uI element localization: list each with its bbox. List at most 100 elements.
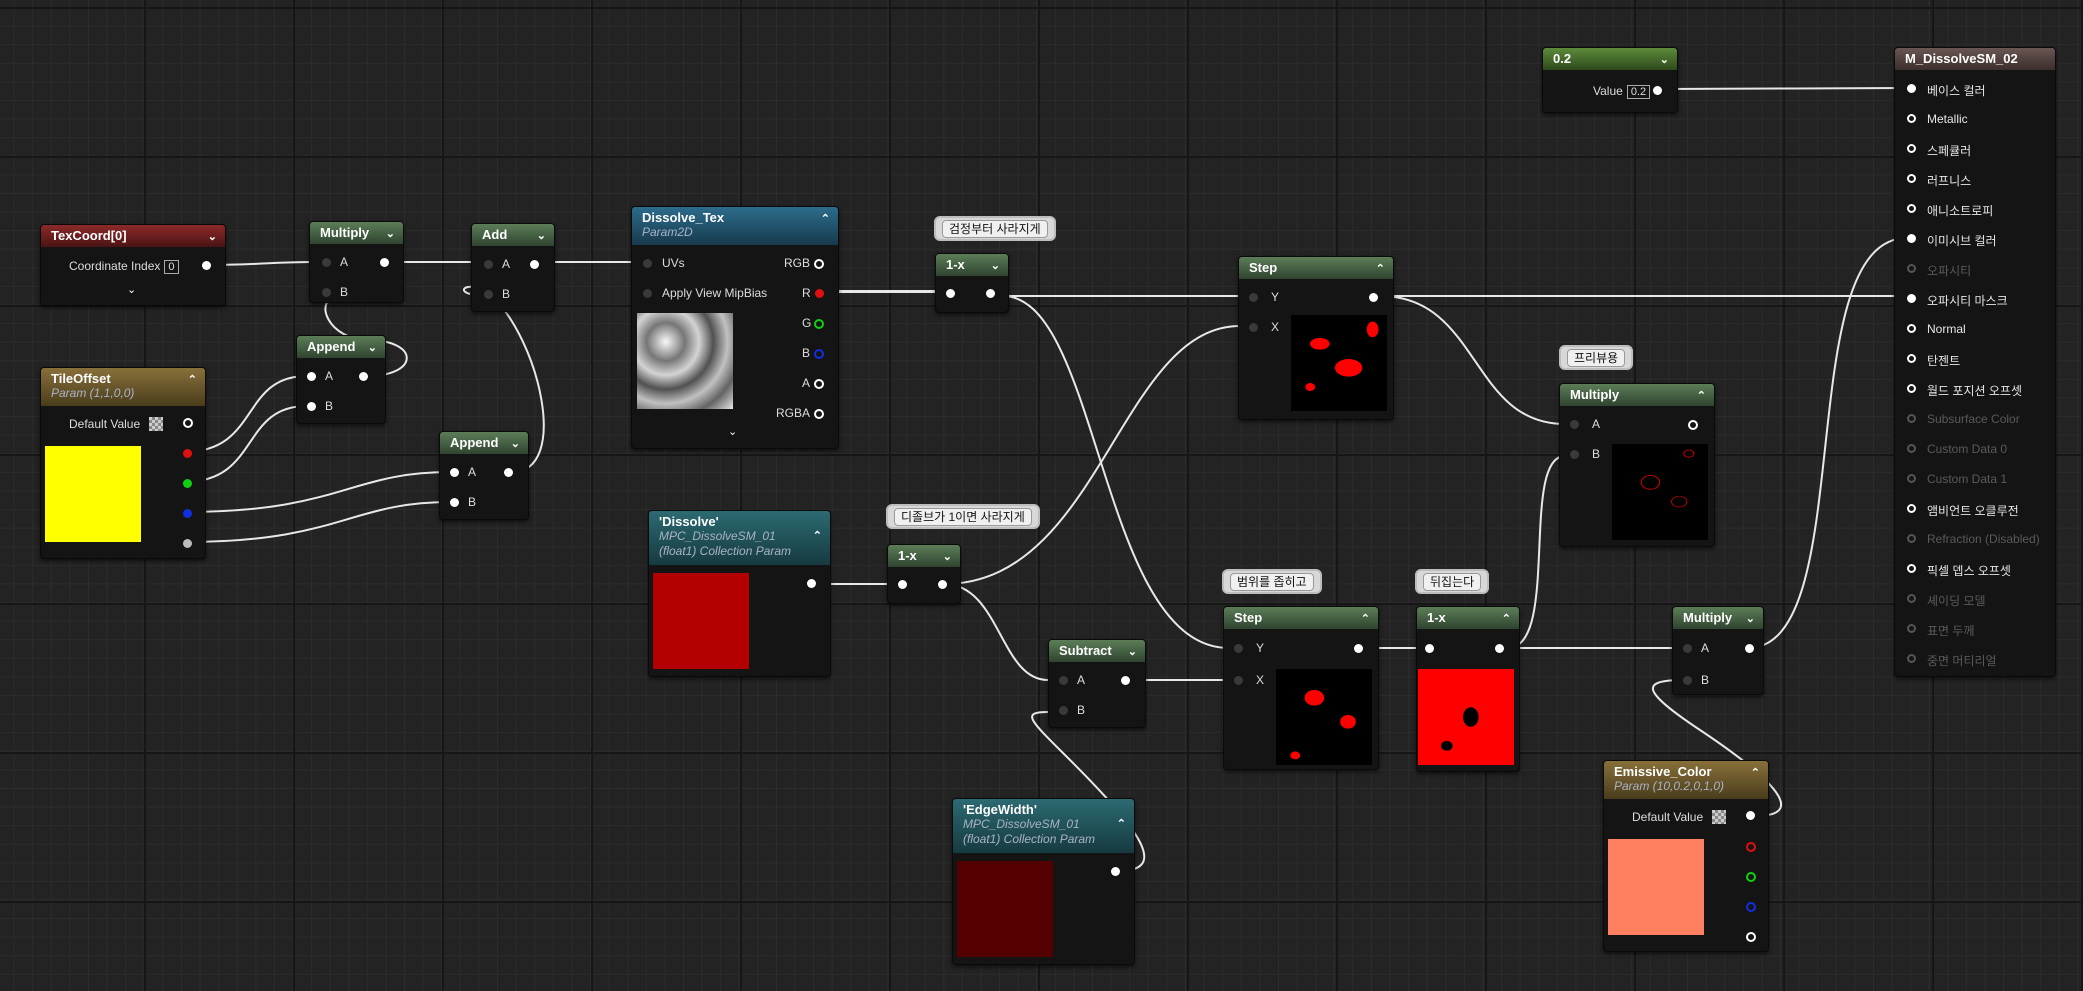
step-node[interactable]: Step ⌃ Y X	[1238, 256, 1394, 420]
r-pin[interactable]	[1746, 842, 1756, 852]
node-header[interactable]: Multiply ⌃	[1560, 384, 1714, 406]
input-pin-b[interactable]	[1683, 676, 1692, 685]
expand-chevron-icon[interactable]: ⌄	[728, 425, 737, 438]
output-pin[interactable]	[1369, 293, 1378, 302]
output-pin[interactable]	[1746, 811, 1755, 820]
output-pin[interactable]	[1354, 644, 1363, 653]
chevron-up-icon[interactable]: ⌃	[1361, 612, 1370, 625]
output-pin[interactable]	[1121, 676, 1130, 685]
output-pin[interactable]	[380, 258, 389, 267]
node-header[interactable]: TexCoord[0] ⌄	[41, 225, 225, 247]
rgb-pin[interactable]	[814, 259, 824, 269]
tileoffset-node[interactable]: TileOffset Param (1,1,0,0) ⌃ Default Value	[40, 367, 206, 559]
node-header[interactable]: Subtract ⌄	[1049, 640, 1145, 662]
output-pin[interactable]	[1688, 420, 1698, 430]
material-input-pin[interactable]	[1907, 594, 1916, 603]
input-pin-y[interactable]	[1234, 644, 1243, 653]
input-pin-a[interactable]	[484, 260, 493, 269]
material-input-pin[interactable]	[1907, 654, 1916, 663]
emissive-color-node[interactable]: Emissive_Color Param (10,0.2,0,1,0) ⌃ Defa…	[1603, 760, 1769, 952]
material-input-pin[interactable]	[1907, 294, 1916, 303]
output-pin[interactable]	[986, 289, 995, 298]
node-header[interactable]: Add ⌄	[472, 224, 554, 246]
input-pin-x[interactable]	[1249, 323, 1258, 332]
node-header[interactable]: 1-x ⌄	[936, 254, 1008, 276]
material-input-pin[interactable]	[1907, 564, 1916, 573]
material-input-pin[interactable]	[1907, 174, 1916, 183]
node-header[interactable]: M_DissolveSM_02	[1895, 48, 2055, 70]
input-pin-a[interactable]	[450, 468, 459, 477]
input-pin-a[interactable]	[1059, 676, 1068, 685]
texcoord-node[interactable]: TexCoord[0] ⌄ Coordinate Index 0 ⌄	[40, 224, 226, 306]
node-header[interactable]: TileOffset Param (1,1,0,0) ⌃	[41, 368, 205, 406]
input-pin-y[interactable]	[1249, 293, 1258, 302]
input-pin-b[interactable]	[450, 498, 459, 507]
output-pin[interactable]	[1111, 867, 1120, 876]
add-node[interactable]: Add ⌄ A B	[471, 223, 555, 312]
node-header[interactable]: Emissive_Color Param (10,0.2,0,1,0) ⌃	[1604, 761, 1768, 799]
chevron-up-icon[interactable]: ⌃	[1502, 612, 1511, 625]
one-minus-node[interactable]: 1-x ⌄	[887, 544, 961, 604]
input-pin[interactable]	[1425, 644, 1434, 653]
material-result-node[interactable]: M_DissolveSM_02 베이스 컬러 Metallic 스페큘러 러프니스 애니…	[1894, 47, 2056, 677]
g-pin[interactable]	[183, 479, 192, 488]
input-pin-b[interactable]	[1059, 706, 1068, 715]
subtract-node[interactable]: Subtract ⌄ A B	[1048, 639, 1146, 728]
uvs-pin[interactable]	[643, 259, 652, 268]
multiply-node[interactable]: Multiply ⌄ A B	[309, 221, 404, 303]
node-header[interactable]: 1-x ⌃	[1417, 607, 1519, 629]
input-pin[interactable]	[946, 289, 955, 298]
chevron-down-icon[interactable]: ⌄	[537, 229, 546, 242]
material-input-pin[interactable]	[1907, 144, 1916, 153]
append-node[interactable]: Append ⌄ A B	[296, 335, 386, 424]
material-input-pin[interactable]	[1907, 114, 1916, 123]
rgba-pin[interactable]	[814, 409, 824, 419]
checker-icon[interactable]	[1712, 810, 1726, 824]
edgewidth-collection-param-node[interactable]: 'EdgeWidth' MPC_DissolveSM_01 (float1) Col…	[952, 798, 1135, 965]
r-pin[interactable]	[183, 449, 192, 458]
node-header[interactable]: Step ⌃	[1239, 257, 1393, 279]
input-pin-a[interactable]	[1570, 420, 1579, 429]
g-pin[interactable]	[814, 319, 824, 329]
a-pin[interactable]	[183, 539, 192, 548]
material-input-pin[interactable]	[1907, 624, 1916, 633]
node-header[interactable]: Multiply ⌄	[310, 222, 403, 244]
multiply-preview-node[interactable]: Multiply ⌃ A B	[1559, 383, 1715, 547]
input-pin-x[interactable]	[1234, 676, 1243, 685]
a-pin[interactable]	[1746, 932, 1756, 942]
output-pin[interactable]	[1745, 644, 1754, 653]
output-pin[interactable]	[1495, 644, 1504, 653]
coord-index-value[interactable]: 0	[164, 260, 179, 274]
one-minus-node[interactable]: 1-x ⌃	[1416, 606, 1520, 772]
dissolve-collection-param-node[interactable]: 'Dissolve' MPC_DissolveSM_01 (float1) Coll…	[648, 510, 831, 677]
material-input-pin[interactable]	[1907, 354, 1916, 363]
chevron-down-icon[interactable]: ⌄	[1746, 612, 1755, 625]
material-input-pin[interactable]	[1907, 384, 1916, 393]
mipbias-pin[interactable]	[643, 289, 652, 298]
b-pin[interactable]	[183, 509, 192, 518]
input-pin-a[interactable]	[322, 258, 331, 267]
checker-icon[interactable]	[149, 417, 163, 431]
output-pin[interactable]	[807, 579, 816, 588]
step-node[interactable]: Step ⌃ Y X	[1223, 606, 1379, 770]
chevron-up-icon[interactable]: ⌃	[821, 212, 830, 225]
output-pin[interactable]	[359, 372, 368, 381]
chevron-down-icon[interactable]: ⌄	[368, 341, 377, 354]
material-input-pin[interactable]	[1907, 414, 1916, 423]
chevron-up-icon[interactable]: ⌃	[813, 529, 822, 542]
node-header[interactable]: Append ⌄	[297, 336, 385, 358]
chevron-up-icon[interactable]: ⌃	[1376, 262, 1385, 275]
node-header[interactable]: Dissolve_Tex Param2D ⌃	[632, 207, 838, 245]
material-input-pin[interactable]	[1907, 474, 1916, 483]
chevron-down-icon[interactable]: ⌄	[1128, 645, 1137, 658]
node-header[interactable]: 'EdgeWidth' MPC_DissolveSM_01 (float1) Col…	[953, 799, 1134, 853]
chevron-up-icon[interactable]: ⌃	[1117, 817, 1126, 830]
expand-chevron-icon[interactable]: ⌄	[127, 283, 136, 296]
input-pin-a[interactable]	[1683, 644, 1692, 653]
value-input[interactable]: 0.2	[1626, 85, 1651, 99]
output-pin[interactable]	[202, 261, 211, 270]
output-pin[interactable]	[1653, 86, 1662, 95]
chevron-down-icon[interactable]: ⌄	[208, 230, 217, 243]
node-header[interactable]: 0.2 ⌄	[1543, 48, 1677, 70]
chevron-down-icon[interactable]: ⌄	[943, 550, 952, 563]
